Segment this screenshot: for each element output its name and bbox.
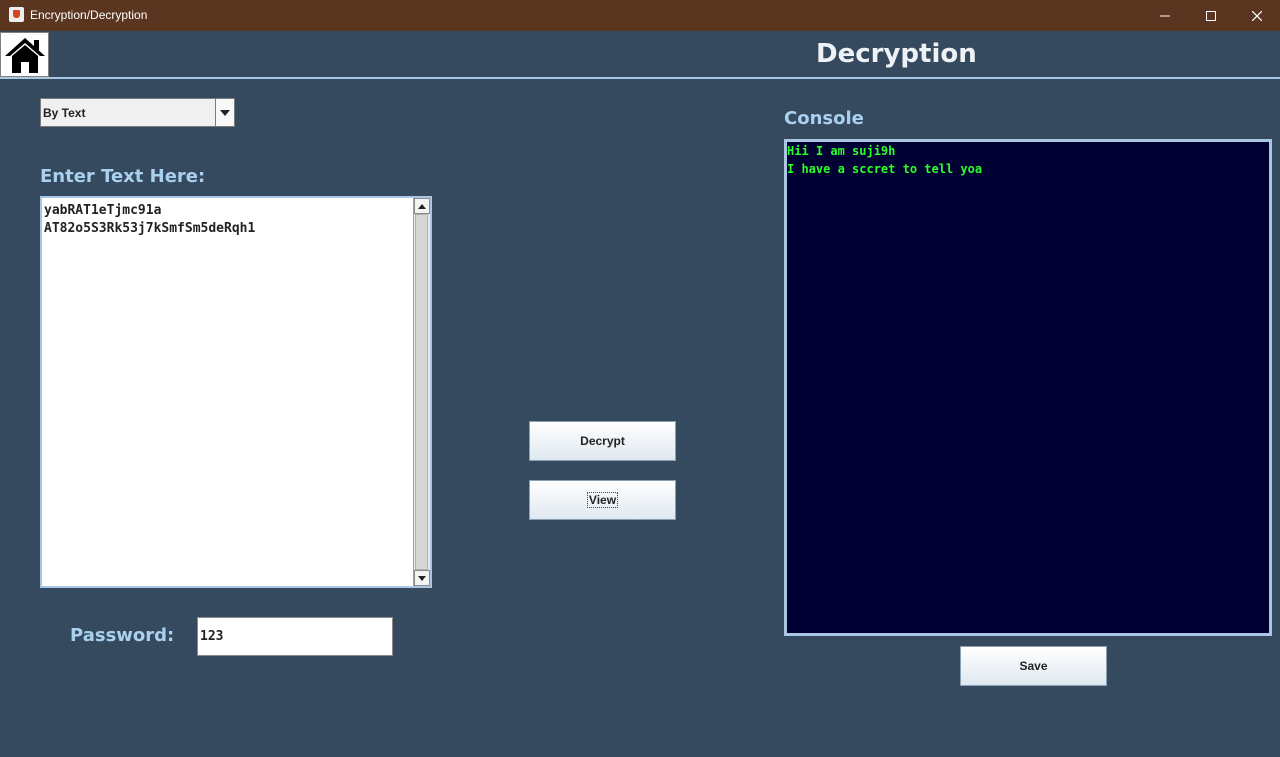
home-button[interactable] [0,32,49,77]
window-titlebar: Encryption/Decryption [0,0,1280,31]
scroll-thumb[interactable] [415,214,428,570]
java-cup-icon [9,7,24,22]
arrow-up-icon [418,203,426,209]
input-mode-select[interactable]: By Text [40,98,235,127]
maximize-icon [1206,10,1216,21]
console-text: Hii I am suji9h I have a sccret to tell y… [787,142,982,178]
scroll-down-button[interactable] [414,570,430,586]
decrypt-button-label: Decrypt [580,434,625,448]
scroll-up-button[interactable] [414,198,430,214]
console-label: Console [784,108,864,129]
maximize-button[interactable] [1188,0,1234,31]
input-text-area[interactable]: yabRAT1eTjmc91a AT82o5S3Rk53j7kSmfSm5deRq… [40,196,432,588]
close-button[interactable] [1234,0,1280,31]
page-header: Decryption [0,31,1280,79]
input-text-line: AT82o5S3Rk53j7kSmfSm5deRqh1 [44,221,256,236]
input-text-line: yabRAT1eTjmc91a [44,203,162,218]
console-line: Hii I am suji9h [787,144,896,158]
dropdown-button[interactable] [215,99,234,126]
minimize-icon [1160,15,1170,16]
view-button[interactable]: View [529,480,676,520]
save-button[interactable]: Save [960,646,1107,686]
console-line: I have a sccret to tell yoa [787,162,983,176]
vertical-scrollbar[interactable] [413,198,430,586]
decrypt-button[interactable]: Decrypt [529,421,676,461]
chevron-down-icon [220,109,230,116]
input-text-label: Enter Text Here: [40,166,206,187]
arrow-down-icon [418,575,426,581]
password-input[interactable] [197,617,393,656]
page-title: Decryption [816,39,977,69]
input-text-content[interactable]: yabRAT1eTjmc91a AT82o5S3Rk53j7kSmfSm5deRq… [44,202,255,238]
input-mode-value: By Text [43,106,86,120]
home-icon [4,37,45,73]
window-title: Encryption/Decryption [30,8,148,22]
minimize-button[interactable] [1142,0,1188,31]
save-button-label: Save [1019,659,1048,673]
password-label: Password: [70,625,175,646]
close-icon [1252,10,1262,21]
view-button-label: View [586,492,619,508]
console-output[interactable]: Hii I am suji9h I have a sccret to tell y… [784,139,1272,636]
